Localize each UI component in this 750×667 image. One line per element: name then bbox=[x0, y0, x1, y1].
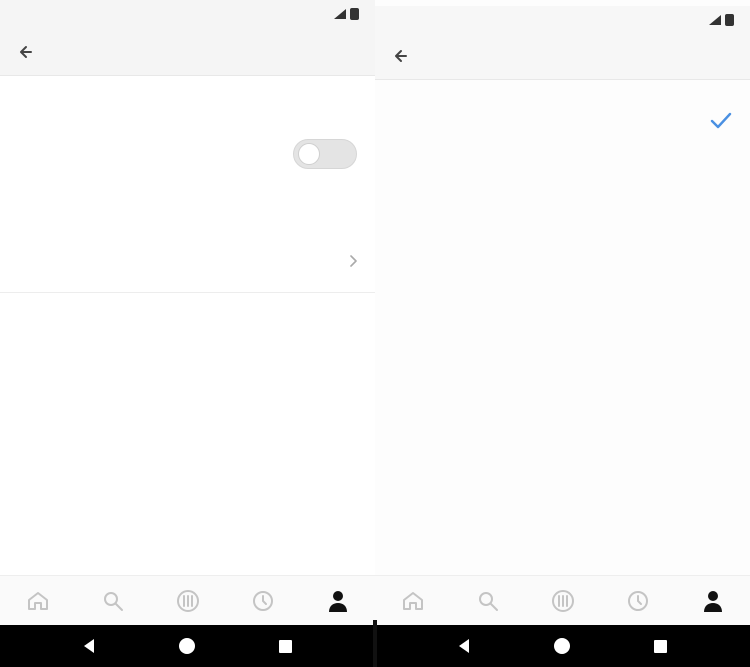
value-setting-value bbox=[339, 255, 357, 267]
nav-activity[interactable] bbox=[243, 581, 283, 621]
battery-icon bbox=[725, 14, 734, 26]
activity-icon bbox=[627, 590, 648, 611]
panel-separator bbox=[373, 620, 377, 667]
recent-apps-icon bbox=[279, 639, 293, 653]
nav-search[interactable] bbox=[468, 581, 508, 621]
signal-icon bbox=[334, 9, 346, 19]
back-icon bbox=[459, 639, 470, 653]
arrow-back-icon bbox=[20, 45, 32, 58]
toggle-knob bbox=[298, 143, 320, 165]
nav-library[interactable] bbox=[543, 581, 583, 621]
system-recents-button[interactable] bbox=[266, 626, 306, 666]
arrow-back-icon bbox=[395, 49, 407, 62]
library-icon bbox=[551, 589, 574, 612]
nav-home[interactable] bbox=[18, 581, 58, 621]
toggle-setting-row bbox=[0, 136, 375, 172]
search-icon bbox=[478, 591, 498, 611]
activity-icon bbox=[252, 590, 273, 611]
system-home-button[interactable] bbox=[167, 626, 207, 666]
home-icon bbox=[179, 638, 196, 654]
home-icon bbox=[554, 638, 571, 654]
search-icon bbox=[103, 591, 123, 611]
bottom-nav bbox=[0, 575, 375, 625]
library-icon bbox=[176, 589, 199, 612]
system-nav-bar bbox=[375, 625, 750, 667]
bottom-nav bbox=[375, 575, 750, 625]
option-item[interactable] bbox=[375, 200, 750, 240]
nav-search[interactable] bbox=[93, 581, 133, 621]
system-recents-button[interactable] bbox=[641, 626, 681, 666]
profile-icon bbox=[328, 590, 347, 612]
back-icon bbox=[84, 639, 95, 653]
chevron-right-icon bbox=[350, 255, 357, 267]
nav-library[interactable] bbox=[168, 581, 208, 621]
nav-home[interactable] bbox=[393, 581, 433, 621]
back-button[interactable] bbox=[0, 28, 52, 76]
section-divider bbox=[0, 292, 375, 293]
status-bar bbox=[0, 0, 375, 28]
recent-apps-icon bbox=[654, 639, 668, 653]
nav-profile[interactable] bbox=[693, 581, 733, 621]
nav-profile[interactable] bbox=[318, 581, 358, 621]
system-home-button[interactable] bbox=[542, 626, 582, 666]
home-icon bbox=[402, 591, 423, 610]
system-back-button[interactable] bbox=[444, 626, 484, 666]
back-button[interactable] bbox=[375, 32, 427, 80]
status-bar bbox=[375, 6, 750, 34]
app-bar bbox=[0, 28, 375, 76]
system-back-button[interactable] bbox=[69, 626, 109, 666]
settings-screen bbox=[0, 0, 375, 667]
home-icon bbox=[27, 591, 48, 610]
profile-icon bbox=[703, 590, 722, 612]
option-item[interactable] bbox=[375, 100, 750, 140]
value-setting-row[interactable] bbox=[0, 244, 375, 278]
app-bar bbox=[375, 32, 750, 80]
system-nav-bar bbox=[0, 625, 375, 667]
checkmark-icon bbox=[710, 112, 732, 129]
signal-icon bbox=[709, 15, 721, 25]
options-screen bbox=[375, 0, 750, 667]
option-item[interactable] bbox=[375, 150, 750, 190]
setting-toggle[interactable] bbox=[293, 139, 357, 169]
battery-icon bbox=[350, 8, 359, 20]
nav-activity[interactable] bbox=[618, 581, 658, 621]
